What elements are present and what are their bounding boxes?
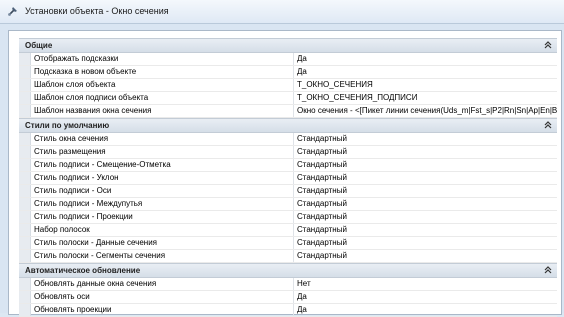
row-gutter [19,211,31,223]
property-row[interactable]: Шаблон слоя подписи объекта T_ОКНО_СЕЧЕНИ… [19,92,557,105]
double-chevron-up-icon[interactable] [543,264,553,277]
property-row[interactable]: Стиль полоски - Данные сечения Стандартны… [19,237,557,250]
category-label: Общие [25,41,53,50]
row-gutter [19,185,31,197]
property-name: Стиль подписи - Уклон [31,172,294,184]
property-name: Шаблон слоя подписи объекта [31,92,294,104]
property-row[interactable]: Стиль подписи - Оси Стандартный [19,185,557,198]
property-name: Шаблон слоя объекта [31,79,294,91]
property-name: Стиль подписи - Проекции [31,211,294,223]
property-value[interactable]: T_ОКНО_СЕЧЕНИЯ [294,79,557,91]
property-value[interactable]: T_ОКНО_СЕЧЕНИЯ_ПОДПИСИ [294,92,557,104]
tool-icon [8,7,17,16]
row-gutter [19,159,31,171]
settings-window: Установки объекта - Окно сечения Общие От… [0,0,564,317]
row-gutter [19,66,31,78]
property-row[interactable]: Стиль полоски - Сегменты сечения Стандарт… [19,250,557,263]
property-grid: Общие Отображать подсказки Да Подсказка в н… [19,38,557,317]
property-value[interactable]: Нет [294,278,557,290]
title-bar[interactable]: Установки объекта - Окно сечения [0,0,564,24]
category-label: Стили по умолчанию [25,121,110,130]
property-name: Обновлять оси [31,291,294,303]
property-name: Обновлять данные окна сечения [31,278,294,290]
category-header[interactable]: Автоматическое обновление [19,263,557,278]
row-gutter [19,133,31,145]
property-name: Стиль подписи - Смещение-Отметка [31,159,294,171]
row-gutter [19,278,31,290]
property-row[interactable]: Стиль подписи - Междупутья Стандартный [19,198,557,211]
row-gutter [19,53,31,65]
property-value[interactable]: Да [294,291,557,303]
row-gutter [19,146,31,158]
property-value[interactable]: Стандартный [294,211,557,223]
property-row[interactable]: Стиль подписи - Смещение-Отметка Стандарт… [19,159,557,172]
row-gutter [19,92,31,104]
property-value[interactable]: Стандартный [294,250,557,262]
property-row[interactable]: Набор полосок Стандартный [19,224,557,237]
property-row[interactable]: Стиль подписи - Уклон Стандартный [19,172,557,185]
row-gutter [19,291,31,303]
row-gutter [19,250,31,262]
property-row[interactable]: Стиль размещения Стандартный [19,146,557,159]
double-chevron-up-icon[interactable] [543,39,553,52]
property-value[interactable]: Стандартный [294,198,557,210]
property-row[interactable]: Шаблон слоя объекта T_ОКНО_СЕЧЕНИЯ [19,79,557,92]
category-header[interactable]: Общие [19,38,557,53]
property-name: Стиль подписи - Междупутья [31,198,294,210]
property-name: Стиль окна сечения [31,133,294,145]
property-name: Набор полосок [31,224,294,236]
property-value[interactable]: Стандартный [294,133,557,145]
property-name: Стиль полоски - Сегменты сечения [31,250,294,262]
property-value[interactable]: Да [294,53,557,65]
double-chevron-up-icon[interactable] [543,119,553,132]
property-value[interactable]: Стандартный [294,224,557,236]
row-gutter [19,304,31,316]
property-name: Подсказка в новом объекте [31,66,294,78]
property-row[interactable]: Шаблон названия окна сечения Окно сечения… [19,105,557,118]
row-gutter [19,79,31,91]
property-value[interactable]: Да [294,66,557,78]
category-label: Автоматическое обновление [25,266,141,275]
property-row[interactable]: Подсказка в новом объекте Да [19,66,557,79]
row-gutter [19,172,31,184]
property-name: Стиль подписи - Оси [31,185,294,197]
property-row[interactable]: Обновлять данные окна сечения Нет [19,278,557,291]
category-header[interactable]: Стили по умолчанию [19,118,557,133]
property-value[interactable]: Стандартный [294,159,557,171]
property-row[interactable]: Стиль подписи - Проекции Стандартный [19,211,557,224]
row-gutter [19,198,31,210]
property-name: Шаблон названия окна сечения [31,105,294,117]
row-gutter [19,105,31,117]
window-title: Установки объекта - Окно сечения [25,6,169,16]
property-row[interactable]: Стиль окна сечения Стандартный [19,133,557,146]
property-value[interactable]: Да [294,304,557,316]
property-name: Стиль размещения [31,146,294,158]
property-value[interactable]: Стандартный [294,146,557,158]
property-name: Отображать подсказки [31,53,294,65]
property-value[interactable]: Окно сечения - <[Пикет линии сечения(Uds… [294,105,557,117]
property-row[interactable]: Обновлять оси Да [19,291,557,304]
property-value[interactable]: Стандартный [294,185,557,197]
property-row[interactable]: Обновлять проекции Да [19,304,557,317]
row-gutter [19,237,31,249]
property-name: Стиль полоски - Данные сечения [31,237,294,249]
property-row[interactable]: Отображать подсказки Да [19,53,557,66]
row-gutter [19,224,31,236]
property-name: Обновлять проекции [31,304,294,316]
property-panel: Общие Отображать подсказки Да Подсказка в н… [8,30,562,317]
property-value[interactable]: Стандартный [294,237,557,249]
property-value[interactable]: Стандартный [294,172,557,184]
